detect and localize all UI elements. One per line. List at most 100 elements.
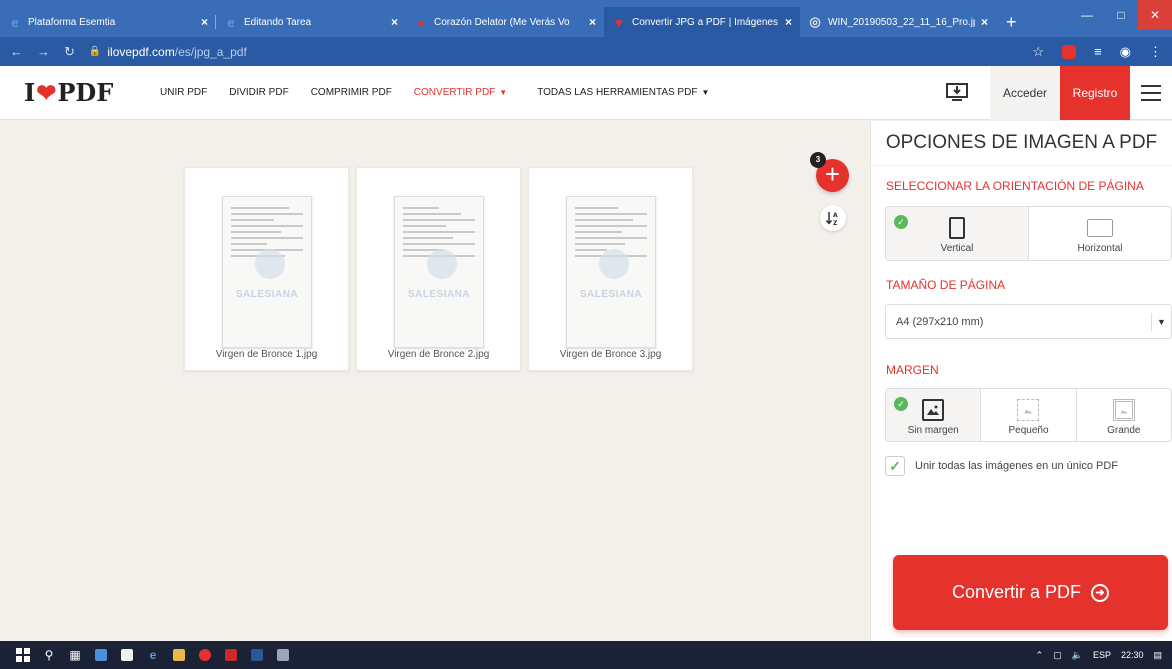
edge-icon: e [11, 14, 19, 30]
notification-icon[interactable]: ▤ [1153, 650, 1162, 661]
window-close-button[interactable]: ✕ [1138, 0, 1172, 30]
login-button[interactable]: Acceder [990, 66, 1060, 120]
extensions-menu-icon[interactable]: ≡ [1094, 44, 1102, 59]
maximize-button[interactable]: □ [1104, 0, 1138, 30]
address-bar-icons: ☆ ≡ ◉ ⋮ [1032, 44, 1162, 60]
image-large-margin-icon [1112, 399, 1135, 421]
thumbnail-watermark: SALESIANA [407, 289, 471, 300]
page-size-label: TAMAÑO DE PÁGINA [886, 278, 1006, 292]
store-icon[interactable] [114, 641, 140, 669]
merge-option: ✓ Unir todas las imágenes en un único PD… [885, 456, 1118, 476]
address-bar: ← → ↻ 🔒 ilovepdf.com/es/jpg_a_pdf ☆ ≡ ◉ … [0, 37, 1172, 66]
desktop-download-icon[interactable] [934, 83, 980, 103]
language-indicator[interactable]: ESP [1093, 650, 1111, 660]
word-icon[interactable] [244, 641, 270, 669]
portrait-page-icon [949, 217, 965, 239]
site-header: I ❤ PDF UNIR PDF DIVIDIR PDF COMPRIMIR PDF… [0, 66, 1172, 120]
heart-icon: ❤ [36, 78, 57, 107]
sort-az-button[interactable]: AZ [820, 205, 846, 231]
globe-icon: ◎ [809, 14, 821, 29]
orientation-horizontal-option[interactable]: Horizontal [1029, 207, 1171, 260]
acrobat-icon[interactable] [218, 641, 244, 669]
caret-down-icon: ▼ [701, 88, 710, 97]
close-icon[interactable]: × [981, 15, 988, 29]
windows-taskbar: ⚲ ▦ e ⌃ ▢ 🔈 ESP 22:30 ▤ [0, 641, 1172, 669]
task-view-icon[interactable]: ▦ [62, 641, 88, 669]
margin-large-option[interactable]: Grande [1077, 389, 1171, 441]
margin-none-option[interactable]: ✓ Sin margen [886, 389, 982, 441]
options-sidebar: OPCIONES DE IMAGEN A PDF SELECCIONAR LA … [870, 121, 1172, 641]
header-actions: Acceder Registro [934, 66, 1172, 120]
close-icon[interactable]: × [785, 15, 792, 29]
new-tab-button[interactable]: + [996, 7, 1027, 37]
chrome-icon[interactable] [192, 641, 218, 669]
check-icon: ✓ [894, 215, 908, 229]
logo-letter: I [24, 78, 36, 107]
browser-tab[interactable]: e Plataforma Esemtia × [0, 7, 216, 37]
nav-todas-herramientas[interactable]: TODAS LAS HERRAMIENTAS PDF ▼ [537, 87, 709, 98]
close-icon[interactable]: × [201, 15, 208, 29]
image-no-margin-icon [922, 399, 945, 421]
chevron-up-icon[interactable]: ⌃ [1036, 650, 1044, 661]
page-size-value: A4 (297x210 mm) [896, 315, 984, 328]
merge-checkbox[interactable]: ✓ [885, 456, 905, 476]
sort-az-icon: AZ [826, 212, 838, 226]
plus-icon: + [824, 159, 841, 189]
page-size-select[interactable]: A4 (297x210 mm) ▼ [885, 304, 1172, 339]
file-thumbnail: SALESIANA [394, 196, 484, 348]
paint-icon[interactable] [270, 641, 296, 669]
signup-button[interactable]: Registro [1060, 66, 1130, 120]
volume-icon[interactable]: 🔈 [1072, 650, 1083, 661]
browser-tab[interactable]: ◎ WIN_20190503_22_11_16_Pro.jp × [800, 7, 996, 37]
taskbar-app-icon[interactable] [88, 641, 114, 669]
network-icon[interactable]: ▢ [1053, 650, 1062, 661]
forward-arrow-icon[interactable]: → [37, 44, 50, 59]
browser-tab-active[interactable]: ♥ Convertir JPG a PDF | Imágenes × [604, 7, 800, 37]
nav-convertir-pdf[interactable]: CONVERTIR PDF ▼ [414, 87, 507, 98]
star-icon[interactable]: ☆ [1032, 44, 1044, 60]
landscape-page-icon [1087, 219, 1113, 237]
browser-tab[interactable]: e Editando Tarea × [216, 7, 406, 37]
orientation-vertical-label: Vertical [940, 243, 974, 254]
file-card[interactable]: SALESIANA Virgen de Bronce 3.jpg [528, 167, 693, 371]
thumbnail-watermark: SALESIANA [579, 289, 643, 300]
browser-tab[interactable]: ● Corazón Delator (Me Verás Vo × [406, 7, 604, 37]
tab-title: Corazón Delator (Me Verás Vo [434, 16, 570, 28]
file-name: Virgen de Bronce 1.jpg [215, 349, 318, 360]
ilovepdf-logo[interactable]: I ❤ PDF [24, 78, 146, 107]
reload-icon[interactable]: ↻ [64, 44, 75, 60]
minimize-button[interactable]: — [1070, 0, 1104, 30]
back-arrow-icon[interactable]: ← [10, 44, 23, 59]
add-files-button[interactable]: + 3 [810, 152, 849, 192]
browser-menu-icon[interactable]: ⋮ [1149, 44, 1162, 60]
nav-todas-label: TODAS LAS HERRAMIENTAS PDF [537, 87, 698, 98]
margin-label: MARGEN [886, 363, 939, 377]
convert-label: Convertir a PDF [951, 582, 1082, 602]
url-field[interactable]: 🔒 ilovepdf.com/es/jpg_a_pdf [89, 41, 1019, 62]
margin-small-option[interactable]: Pequeño [981, 389, 1077, 441]
extension-icon[interactable] [1062, 44, 1077, 59]
nav-comprimir-pdf[interactable]: COMPRIMIR PDF [311, 87, 392, 98]
close-icon[interactable]: × [391, 15, 398, 29]
clock[interactable]: 22:30 [1121, 650, 1144, 660]
profile-avatar-icon[interactable]: ◉ [1120, 44, 1131, 60]
nav-convertir-label: CONVERTIR PDF [413, 87, 496, 98]
url-path: /es/jpg_a_pdf [174, 44, 247, 59]
nav-dividir-pdf[interactable]: DIVIDIR PDF [229, 87, 288, 98]
edge-icon[interactable]: e [140, 641, 166, 669]
orientation-selector: ✓ Vertical Horizontal [885, 206, 1172, 261]
convert-to-pdf-button[interactable]: Convertir a PDF ➜ [893, 555, 1168, 630]
margin-large-label: Grande [1107, 425, 1141, 436]
svg-text:Z: Z [833, 220, 838, 226]
windows-start-icon[interactable] [10, 641, 36, 669]
orientation-vertical-option[interactable]: ✓ Vertical [886, 207, 1029, 260]
search-icon[interactable]: ⚲ [36, 641, 62, 669]
youtube-icon: ● [417, 14, 425, 30]
nav-unir-pdf[interactable]: UNIR PDF [160, 87, 207, 98]
file-card[interactable]: SALESIANA Virgen de Bronce 1.jpg [184, 167, 349, 371]
close-icon[interactable]: × [589, 15, 596, 29]
hamburger-menu-icon[interactable] [1130, 85, 1172, 101]
file-card[interactable]: SALESIANA Virgen de Bronce 2.jpg [356, 167, 521, 371]
file-explorer-icon[interactable] [166, 641, 192, 669]
margin-none-label: Sin margen [907, 425, 959, 436]
